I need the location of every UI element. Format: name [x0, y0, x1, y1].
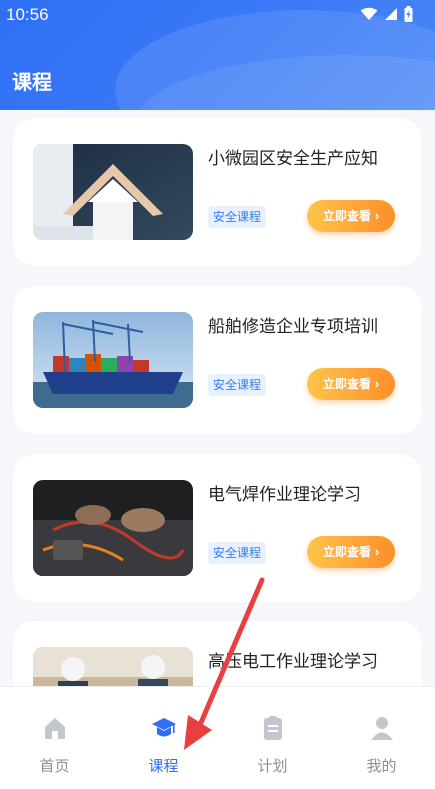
view-now-button[interactable]: 立即查看 › [307, 200, 395, 232]
header: 10:56 课程 [0, 0, 435, 110]
chevron-right-icon: › [374, 376, 380, 391]
annotation-arrow [184, 577, 265, 750]
nav-label: 计划 [257, 757, 288, 775]
chevron-right-icon: › [374, 208, 380, 223]
container-ship-image [33, 312, 193, 408]
course-title: 小微园区安全生产应知 [208, 149, 378, 169]
course-thumbnail [33, 144, 193, 240]
course-thumbnail [33, 312, 193, 408]
hands-house-image [33, 144, 193, 240]
course-tag: 安全课程 [208, 206, 267, 228]
view-now-button[interactable]: 立即查看 › [307, 368, 395, 400]
nav-label: 课程 [148, 757, 179, 775]
view-now-label: 立即查看 [322, 545, 371, 559]
course-thumbnail [33, 480, 193, 576]
chevron-right-icon: › [374, 544, 380, 559]
status-bar: 10:56 [0, 0, 435, 30]
course-tag: 安全课程 [208, 542, 267, 564]
signal-icon [385, 8, 397, 20]
course-tag: 安全课程 [208, 374, 267, 396]
wifi-icon [360, 7, 378, 20]
view-now-label: 立即查看 [322, 377, 371, 391]
nav-label: 我的 [366, 757, 397, 775]
status-time: 10:56 [6, 5, 49, 24]
status-icons [360, 6, 413, 22]
page-title: 课程 [12, 70, 52, 94]
course-card[interactable]: 小微园区安全生产应知 安全课程 立即查看 › [13, 118, 422, 266]
course-title: 电气焊作业理论学习 [208, 485, 361, 505]
course-title: 船舶修造企业专项培训 [208, 317, 378, 337]
view-now-button[interactable]: 立即查看 › [307, 536, 395, 568]
user-icon [371, 717, 393, 740]
nav-item-home[interactable]: 首页 [0, 687, 109, 789]
course-card[interactable]: 船舶修造企业专项培训 安全课程 立即查看 › [13, 286, 422, 434]
nav-label: 首页 [39, 757, 70, 775]
battery-icon [404, 6, 413, 22]
view-now-label: 立即查看 [322, 209, 371, 223]
home-icon [45, 718, 65, 739]
electrical-work-image [33, 480, 193, 576]
nav-item-mine[interactable]: 我的 [327, 687, 435, 789]
